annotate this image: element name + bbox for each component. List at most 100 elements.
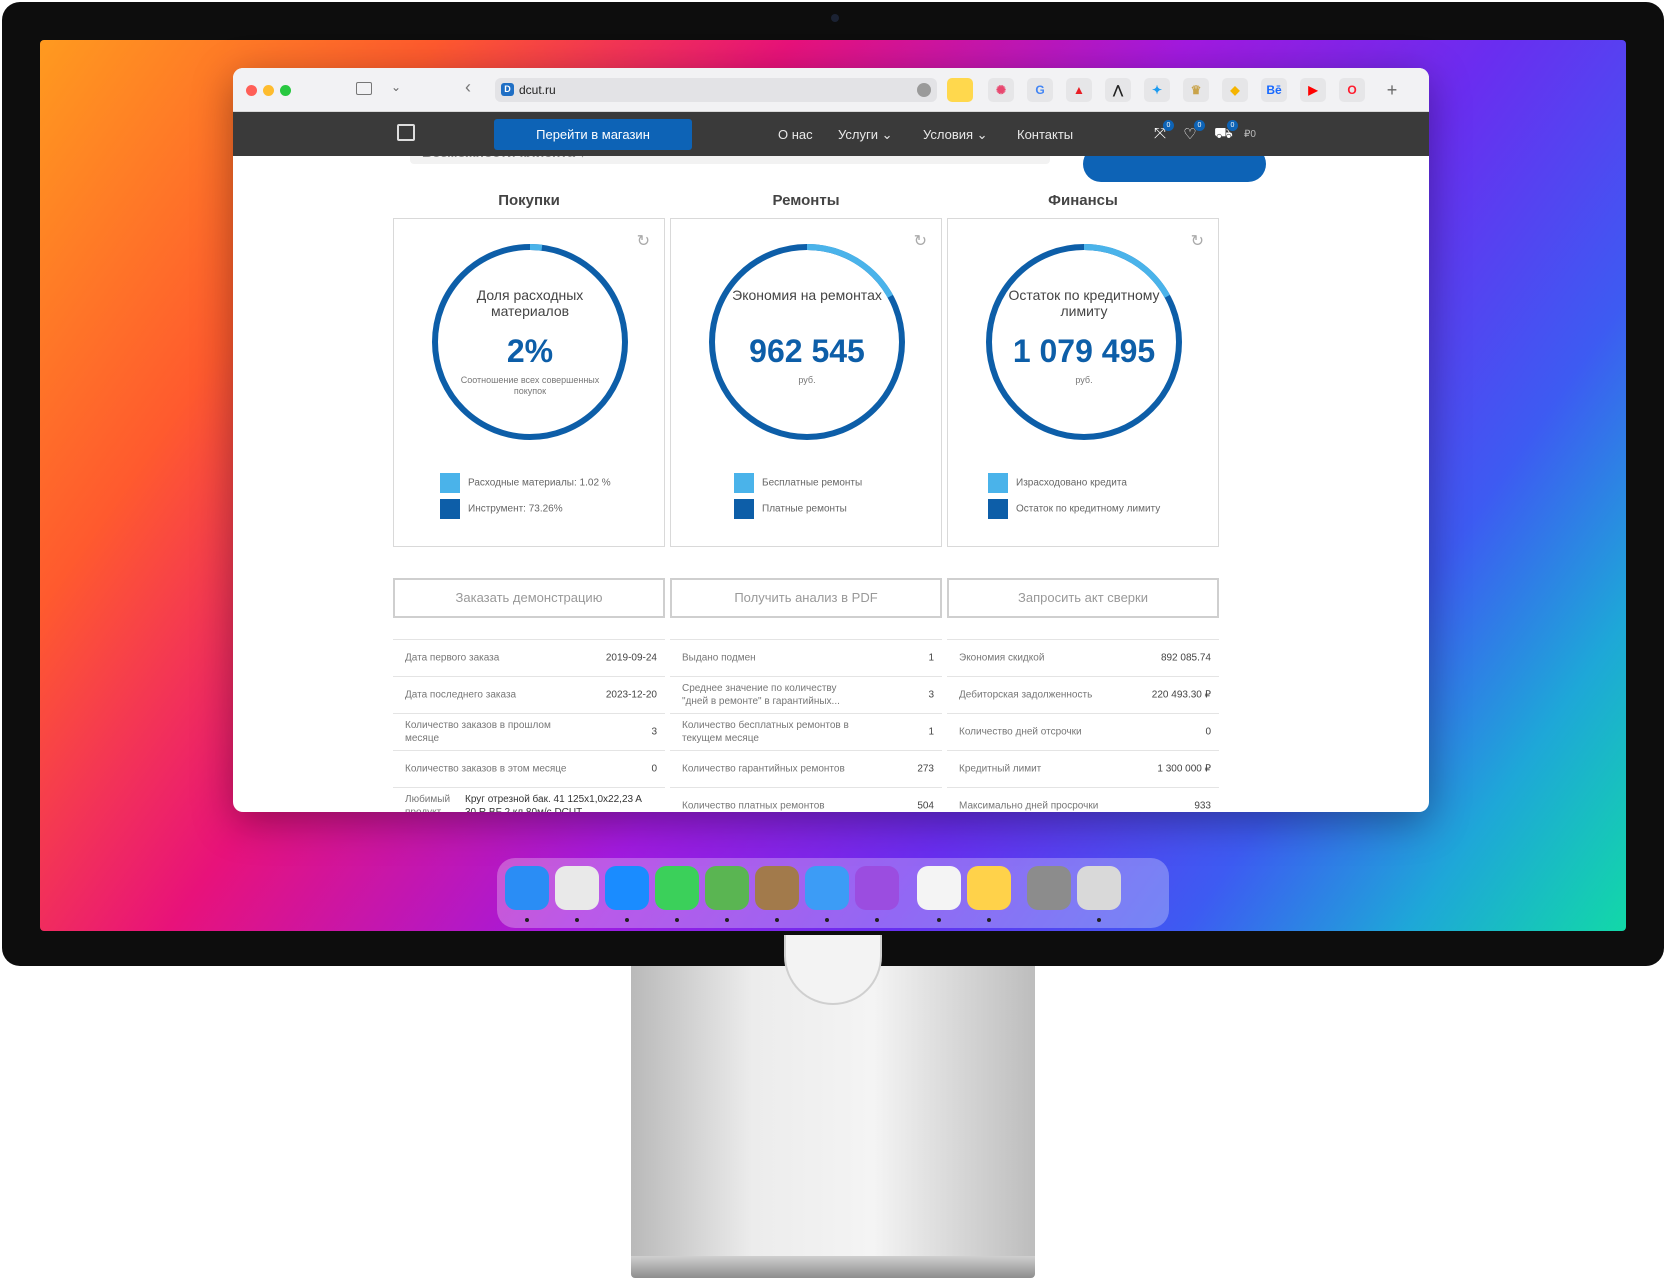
running-indicator <box>675 918 679 922</box>
monitor-stand <box>631 966 1035 1266</box>
legend-item-dark: Остаток по кредитному лимиту <box>988 499 1160 519</box>
site-header: Перейти в магазин О нас Услуги ⌄ Условия… <box>233 112 1429 156</box>
stats-table: Экономия скидкой 892 085.74 Дебиторская з… <box>947 639 1219 812</box>
column-purchases: Покупки ↻ Доля расходных материалов 2% С… <box>393 192 665 812</box>
table-row: Дата первого заказа 2019-09-24 <box>393 639 665 676</box>
refresh-icon[interactable]: ↻ <box>1191 231 1204 251</box>
refresh-icon[interactable]: ↻ <box>914 231 927 251</box>
running-indicator <box>725 918 729 922</box>
sidebar-toggle-icon[interactable] <box>356 82 372 95</box>
twitter-icon[interactable]: ✦ <box>1144 78 1170 102</box>
compare-count-badge: 0 <box>1163 120 1174 131</box>
ring-caption: Соотношение всех совершенных покупок <box>460 375 600 396</box>
behance-icon[interactable]: Bē <box>1261 78 1287 102</box>
desktop-scene: ⌄ ‹ D dcut.ru ✺ G ▲ ⋀ ✦ ♛ ◆ Bē ▶ O + Воз… <box>0 0 1666 1280</box>
nav-link-services[interactable]: Услуги ⌄ <box>838 127 892 143</box>
table-row: Количество дней отсрочки 0 <box>947 713 1219 750</box>
maximize-window-button[interactable] <box>280 85 291 96</box>
column-finance: Финансы ↻ Остаток по кредитному лимиту 1… <box>947 192 1219 812</box>
table-row: Любимый продуктКруг отрезной бак. 41 125… <box>393 787 665 812</box>
go-to-shop-button[interactable]: Перейти в магазин <box>494 119 692 150</box>
camera <box>831 14 839 22</box>
ring-label: Экономия на ремонтах <box>732 287 882 303</box>
google-icon[interactable]: G <box>1027 78 1053 102</box>
ring-label: Остаток по кредитному лимиту <box>1008 287 1160 319</box>
trash-icon[interactable] <box>1077 866 1121 910</box>
adobe-icon[interactable]: ▲ <box>1066 78 1092 102</box>
ring-label: Доля расходных материалов <box>476 287 584 319</box>
legend-swatch-light <box>440 473 460 493</box>
map-icon[interactable] <box>397 124 415 141</box>
chevron-down-icon[interactable]: ⌄ <box>391 80 401 94</box>
system-preferences-icon[interactable] <box>1027 866 1071 910</box>
sketch-icon[interactable]: ◆ <box>1222 78 1248 102</box>
running-indicator <box>775 918 779 922</box>
legend-swatch-dark <box>988 499 1008 519</box>
nav-link-contacts[interactable]: Контакты <box>1017 127 1073 142</box>
ring-value: 962 545 <box>749 333 865 369</box>
column-title: Покупки <box>498 192 560 209</box>
favorite-product-link[interactable]: Круг отрезной бак. 41 125x1,0x22,23 A 30… <box>465 793 655 812</box>
running-indicator <box>525 918 529 922</box>
chrome-icon[interactable] <box>555 866 599 910</box>
metric-card: ↻ Доля расходных материалов 2% Соотношен… <box>393 218 665 547</box>
dribbble-icon[interactable]: ✺ <box>988 78 1014 102</box>
legend-swatch-dark <box>440 499 460 519</box>
maps-icon[interactable] <box>705 866 749 910</box>
page-menu-icon[interactable] <box>917 83 931 97</box>
dock <box>497 858 1169 928</box>
get-pdf-analysis-button[interactable]: Получить анализ в PDF <box>670 578 942 618</box>
stand-base <box>631 1256 1035 1278</box>
running-indicator <box>937 918 941 922</box>
table-row: Количество заказов в этом месяце 0 <box>393 750 665 787</box>
column-title: Финансы <box>1048 192 1118 209</box>
legend-swatch-dark <box>734 499 754 519</box>
request-reconciliation-button[interactable]: Запросить акт сверки <box>947 578 1219 618</box>
contacts-icon[interactable] <box>755 866 799 910</box>
running-indicator <box>875 918 879 922</box>
back-arrow-icon[interactable]: ‹ <box>465 77 471 98</box>
new-tab-plus-icon[interactable]: + <box>1379 78 1405 102</box>
youtube-icon[interactable]: ▶ <box>1300 78 1326 102</box>
address-bar[interactable]: D dcut.ru <box>495 78 937 102</box>
table-row: Экономия скидкой 892 085.74 <box>947 639 1219 676</box>
legend-item-light: Бесплатные ремонты <box>734 473 862 493</box>
browser-window: ⌄ ‹ D dcut.ru ✺ G ▲ ⋀ ✦ ♛ ◆ Bē ▶ O + Воз… <box>233 68 1429 812</box>
legend-item-light: Израсходовано кредита <box>988 473 1127 493</box>
ring-caption: руб. <box>798 375 816 385</box>
running-indicator <box>1097 918 1101 922</box>
adidas-icon[interactable]: ⋀ <box>1105 78 1131 102</box>
running-indicator <box>625 918 629 922</box>
messages-icon[interactable] <box>655 866 699 910</box>
table-row: Максимально дней просрочки 933 <box>947 787 1219 812</box>
running-indicator <box>825 918 829 922</box>
minimize-window-button[interactable] <box>263 85 274 96</box>
refresh-icon[interactable]: ↻ <box>637 231 650 251</box>
order-demo-button[interactable]: Заказать демонстрацию <box>393 578 665 618</box>
table-row: Выдано подмен 1 <box>670 639 942 676</box>
legend-item-dark: Платные ремонты <box>734 499 847 519</box>
app-store-icon[interactable] <box>605 866 649 910</box>
ring-value: 2% <box>506 333 554 369</box>
legend-item-light: Расходные материалы: 1.02 % <box>440 473 611 493</box>
cart-count-badge: 0 <box>1227 120 1238 131</box>
running-indicator <box>987 918 991 922</box>
nav-link-terms[interactable]: Условия ⌄ <box>923 127 988 143</box>
metric-card: ↻ Остаток по кредитному лимиту 1 079 495… <box>947 218 1219 547</box>
ring-value: 1 079 495 <box>1012 333 1156 369</box>
reminders-icon[interactable] <box>917 866 961 910</box>
close-window-button[interactable] <box>246 85 257 96</box>
stats-table: Выдано подмен 1 Среднее значение по колич… <box>670 639 942 812</box>
table-row: Дата последнего заказа 2023-12-20 <box>393 676 665 713</box>
cart-total: ₽0 <box>1244 129 1256 140</box>
mail-icon[interactable] <box>805 866 849 910</box>
podcasts-icon[interactable] <box>855 866 899 910</box>
favorites-count-badge: 0 <box>1194 120 1205 131</box>
crown-icon[interactable]: ♛ <box>1183 78 1209 102</box>
notes-icon[interactable] <box>967 866 1011 910</box>
finder-icon[interactable] <box>505 866 549 910</box>
extension-icon[interactable] <box>947 78 973 102</box>
opera-icon[interactable]: O <box>1339 78 1365 102</box>
legend-swatch-light <box>734 473 754 493</box>
nav-link-about[interactable]: О нас <box>778 127 813 142</box>
